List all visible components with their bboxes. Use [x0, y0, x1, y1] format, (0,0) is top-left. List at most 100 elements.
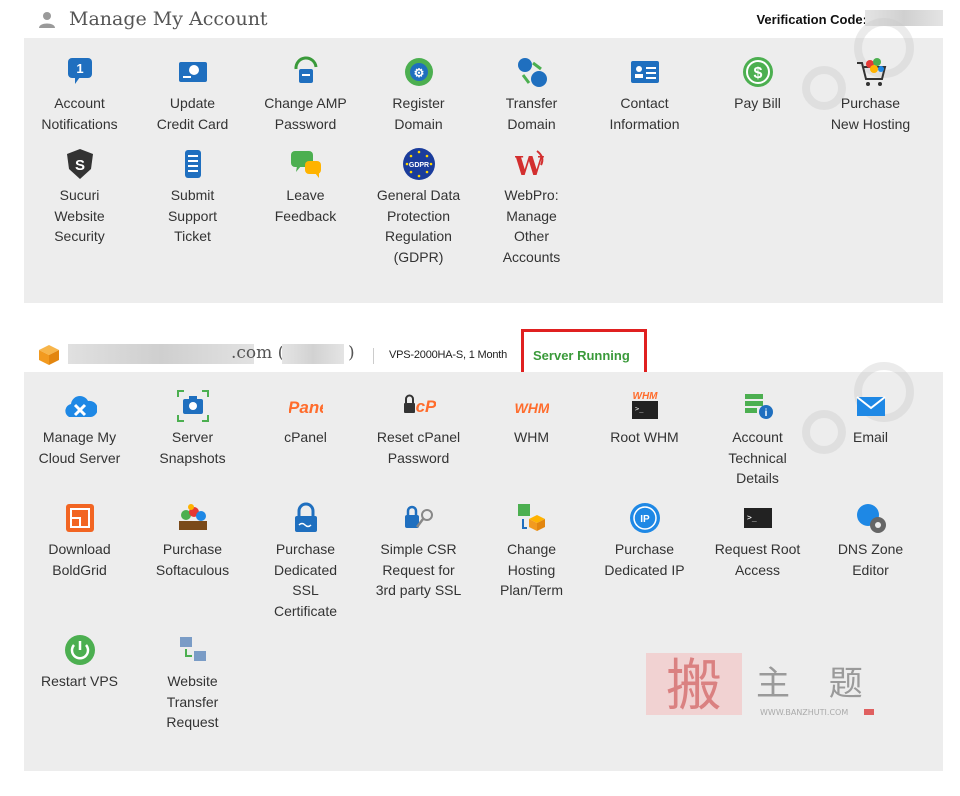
divider	[373, 348, 374, 364]
svg-text:>_: >_	[747, 513, 757, 522]
globe-icon: ⚙	[404, 58, 433, 86]
cloud-tools-icon	[64, 396, 97, 417]
tile-label: Purchase Dedicated SSL Certificate	[273, 541, 338, 619]
tile-label: Update Credit Card	[156, 95, 229, 132]
tile-label: Restart VPS	[40, 673, 119, 689]
tile-cpanel-lock[interactable]: cP Reset cPanel Password	[362, 389, 475, 468]
domain-id-redacted	[282, 344, 344, 364]
tile-label: Download BoldGrid	[48, 541, 111, 578]
tile-label: Change AMP Password	[264, 95, 347, 132]
plan-label: VPS-2000HA-S, 1 Month	[389, 349, 508, 361]
svg-text:WHM: WHM	[515, 400, 549, 416]
svg-text:S: S	[74, 157, 84, 174]
svg-text:cP: cP	[415, 397, 435, 416]
domain-close: )	[348, 343, 355, 363]
svg-text:>_: >_	[635, 405, 644, 413]
tile-ip[interactable]: IP Purchase Dedicated IP	[588, 501, 701, 580]
tile-ssl-lock[interactable]: Purchase Dedicated SSL Certificate	[249, 501, 362, 621]
envelope-icon	[855, 396, 886, 416]
tile-ticket[interactable]: Submit Support Ticket	[136, 147, 249, 247]
tile-chat-bubbles[interactable]: Leave Feedback	[249, 147, 362, 226]
tile-dollar[interactable]: $ Pay Bill	[701, 55, 814, 114]
tile-label: DNS Zone Editor	[837, 541, 904, 578]
tile-dns-gear[interactable]: DNS Zone Editor	[814, 501, 927, 580]
tile-label: Leave Feedback	[274, 187, 337, 224]
tile-label: Purchase Softaculous	[155, 541, 230, 578]
domain-name-redacted	[68, 344, 254, 364]
tile-credit-card[interactable]: Update Credit Card	[136, 55, 249, 134]
account-tools-panel: 1 Account Notifications Update Credit Card…	[23, 18, 943, 303]
password-lock-icon	[293, 56, 317, 83]
tile-shopping-cart[interactable]: Purchase New Hosting	[814, 55, 927, 134]
tile-shield[interactable]: S Sucuri Website Security	[23, 147, 136, 247]
svg-text:cPanel: cPanel	[289, 398, 323, 417]
tile-power[interactable]: Restart VPS	[23, 633, 136, 692]
domain-suffix: .com (	[231, 343, 285, 363]
tile-webpro[interactable]: W WebPro: Manage Other Accounts	[475, 147, 588, 267]
softaculous-icon	[178, 504, 207, 530]
tile-label: WebPro: Manage Other Accounts	[502, 187, 561, 265]
tile-label: Submit Support Ticket	[167, 187, 218, 244]
svg-text:1: 1	[76, 61, 83, 76]
tile-gdpr[interactable]: GDPR General Data Protection Regulation (…	[362, 147, 475, 267]
tile-label: Account Technical Details	[728, 429, 787, 486]
ip-icon: IP	[629, 503, 660, 533]
tile-boldgrid[interactable]: Download BoldGrid	[23, 501, 136, 580]
tile-website-transfer[interactable]: Website Transfer Request	[136, 633, 249, 733]
tile-label: Manage My Cloud Server	[38, 429, 121, 466]
server-cube-icon	[39, 345, 59, 365]
tile-camera[interactable]: Server Snapshots	[136, 389, 249, 468]
dns-gear-icon	[856, 504, 886, 533]
shopping-cart-icon	[856, 58, 886, 86]
shield-icon: S	[66, 149, 93, 179]
svg-text:主 题: 主 题	[756, 664, 876, 704]
tile-softaculous[interactable]: Purchase Softaculous	[136, 501, 249, 580]
tile-password-lock[interactable]: Change AMP Password	[249, 55, 362, 134]
tile-whm-logo[interactable]: WHM WHM	[475, 389, 588, 448]
tile-label: Sucuri Website Security	[54, 187, 105, 244]
tile-label: Purchase New Hosting	[830, 95, 911, 132]
ssl-lock-icon	[294, 502, 317, 532]
tile-label: Register Domain	[392, 95, 445, 132]
tile-server-info[interactable]: i Account Technical Details	[701, 389, 814, 489]
whm-terminal-icon: WHM >_	[631, 391, 658, 419]
tile-envelope[interactable]: Email	[814, 389, 927, 448]
svg-text:IP: IP	[640, 514, 650, 525]
tile-transfer-globe[interactable]: Transfer Domain	[475, 55, 588, 134]
tile-label: cPanel	[284, 429, 327, 445]
boldgrid-icon	[65, 504, 94, 532]
tile-label: General Data Protection Regulation (GDPR…	[376, 187, 461, 265]
tile-label: Server Snapshots	[159, 429, 226, 466]
svg-text:$: $	[753, 65, 762, 82]
svg-text:WHM: WHM	[632, 391, 658, 402]
tile-label: WHM	[514, 429, 549, 445]
server-info-icon: i	[744, 394, 773, 419]
webpro-icon: W	[515, 150, 544, 181]
cpanel-lock-icon: cP	[403, 394, 436, 416]
tile-whm-terminal[interactable]: WHM >_ Root WHM	[588, 389, 701, 448]
svg-text:WWW.BANZHUTI.COM: WWW.BANZHUTI.COM	[760, 708, 848, 715]
watermark-logo: 搬 主 题 WWW.BANZHUTI.COM	[646, 653, 876, 715]
tile-notification[interactable]: 1 Account Notifications	[23, 55, 136, 134]
user-icon	[39, 12, 55, 28]
tile-contact-card[interactable]: Contact Information	[588, 55, 701, 134]
tile-label: Purchase Dedicated IP	[604, 541, 685, 578]
tile-lock-key[interactable]: Simple CSR Request for 3rd party SSL	[362, 501, 475, 601]
plan-change-icon	[517, 504, 545, 531]
chat-bubbles-icon	[290, 151, 321, 178]
tile-plan-change[interactable]: Change Hosting Plan/Term	[475, 501, 588, 601]
svg-text:搬: 搬	[666, 654, 722, 715]
ticket-icon	[184, 150, 201, 178]
tile-terminal[interactable]: >_ Request Root Access	[701, 501, 814, 580]
notification-icon: 1	[67, 58, 92, 84]
tile-globe[interactable]: ⚙ Register Domain	[362, 55, 475, 134]
tile-cpanel-logo[interactable]: cPanel cPanel	[249, 389, 362, 448]
tile-label: Simple CSR Request for 3rd party SSL	[375, 541, 462, 598]
tile-cloud-tools[interactable]: Manage My Cloud Server	[23, 389, 136, 468]
gdpr-icon: GDPR	[402, 148, 435, 180]
tile-label: Root WHM	[610, 429, 679, 445]
lock-key-icon	[404, 505, 433, 528]
cpanel-logo-icon: cPanel	[289, 398, 323, 417]
terminal-icon: >_	[743, 508, 772, 528]
tile-label: Reset cPanel Password	[376, 429, 461, 466]
